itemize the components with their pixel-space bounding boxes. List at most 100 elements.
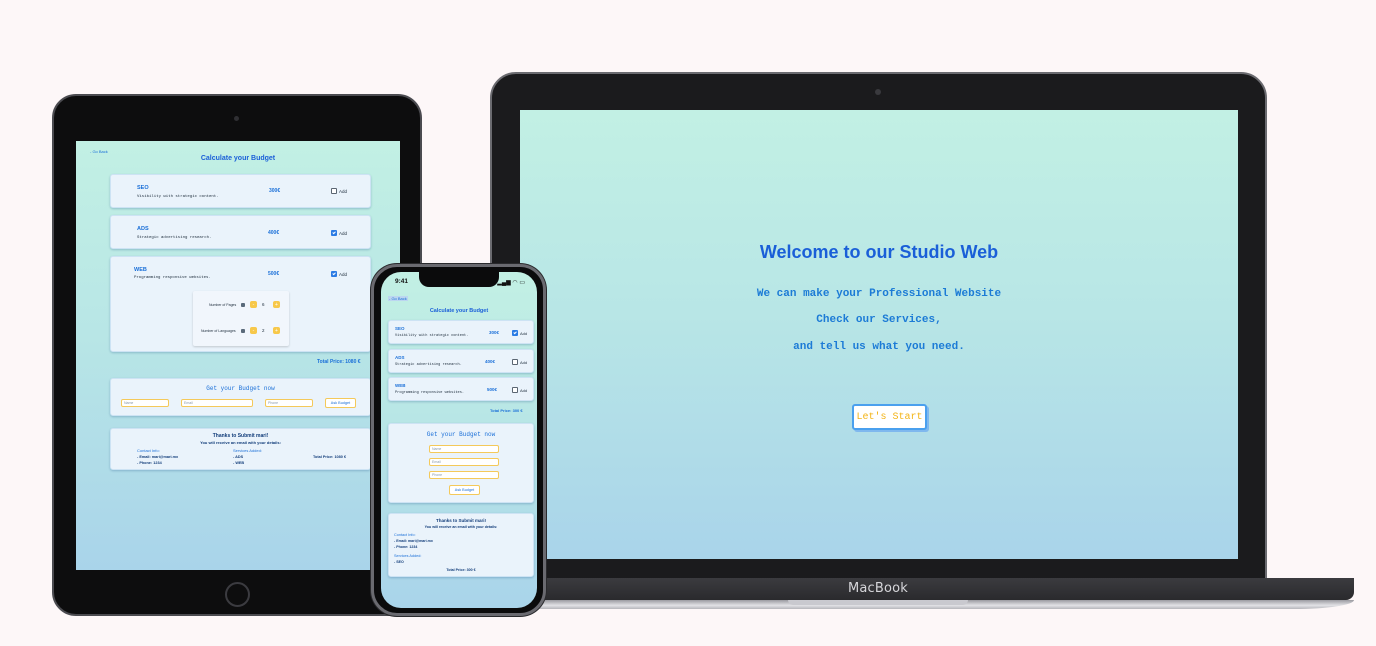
service-card-seo: SEO Visibility with strategic content. 3… [110,174,371,208]
phone-notch [419,272,499,287]
add-checkbox-web[interactable] [331,271,337,277]
contact-phone: - Phone: 1234 [394,545,418,549]
service-added: - SEO [394,560,404,564]
add-checkbox-seo[interactable] [512,330,518,336]
checkbox-label: Add [339,231,348,236]
phone-input[interactable]: Phone [429,471,499,479]
languages-value[interactable]: 2 [262,328,265,333]
service-card-web: WEB Programming responsive websites. 500… [388,377,534,401]
form-title: Get your Budget now [206,385,275,392]
contact-email: - Email: mari@mari.mx [137,455,179,459]
service-price: 300€ [269,188,281,194]
services-heading: Services Added: [233,448,262,453]
service-price: 500€ [487,387,498,392]
service-name: SEO [137,185,149,191]
name-input[interactable]: Name [429,445,499,453]
add-checkbox-ads[interactable] [512,359,518,365]
ask-budget-button[interactable]: Ask Budget [325,398,356,408]
go-back-link[interactable]: - Go Back [90,149,108,154]
service-description: Visibility with strategic content. [395,334,469,338]
email-note: You will receive an email with your deta… [200,440,281,445]
summary-card: Thanks to Submit mari! You will receive … [388,513,534,577]
welcome-line-2: Check our Services, [816,314,942,326]
service-description: Programming responsive websites. [395,391,465,395]
pages-increment-button[interactable]: + [273,301,280,308]
languages-decrement-button[interactable]: - [250,327,257,334]
contact-email: - Email: mari@mari.mx [394,539,433,543]
service-name: WEB [395,383,406,388]
service-price: 300€ [489,330,500,335]
tablet-camera [234,116,239,121]
checkbox-label: Add [520,388,528,393]
service-card-ads: ADS Strategic advertising research. 400€… [388,349,534,373]
laptop-open-notch [788,600,968,605]
email-input[interactable]: Email [181,399,253,407]
checkbox-label: Add [520,331,528,336]
ask-budget-button[interactable]: Ask Budget [449,485,480,495]
thanks-message: Thanks to Submit mari! [435,518,486,523]
service-description: Programming responsive websites. [134,276,211,280]
service-price: 400€ [268,230,280,236]
service-description: Strategic advertising research. [137,236,212,240]
service-card-ads: ADS Strategic advertising research. 400€… [110,215,371,249]
total-price: Total Price: 1080 € [317,359,361,365]
summary-card: Thanks to Submit mari! You will receive … [110,428,371,470]
pages-decrement-button[interactable]: - [250,301,257,308]
welcome-title: Welcome to our Studio Web [759,242,999,262]
go-back-link[interactable]: - Go Back [388,296,408,301]
page-title: Calculate your Budget [429,308,489,314]
welcome-line-3: and tell us what you need. [793,341,965,353]
checkbox-label: Add [339,189,348,194]
service-description: Visibility with strategic content. [137,195,219,199]
service-name: ADS [137,226,149,232]
info-icon[interactable] [241,303,245,307]
info-icon[interactable] [241,329,245,333]
service-description: Strategic advertising research. [395,363,462,367]
welcome-line-1: We can make your Professional Website [756,288,1002,300]
summary-total: Total Price: 300 € [446,568,476,572]
contact-heading: Contact Info: [394,533,416,537]
service-name: SEO [395,326,405,331]
service-added: - ADS [233,455,244,459]
laptop-camera [875,89,881,95]
budget-form: Get your Budget now Name Email Phone Ask… [388,423,534,503]
service-price: 400€ [485,359,496,364]
web-options-panel: Number of Pages - 6 + Number of Language… [193,291,289,346]
thanks-message: Thanks to Submit mari! [212,433,269,439]
services-heading: Services Added: [394,554,422,558]
tablet-screen: - Go Back Calculate your Budget SEO Visi… [76,141,400,570]
email-note: You will receive an email with your deta… [424,525,498,529]
add-checkbox-web[interactable] [512,387,518,393]
contact-heading: Contact Info: [137,448,160,453]
service-price: 500€ [268,271,280,277]
contact-phone: - Phone: 1234 [137,461,162,465]
pages-label: Number of Pages [209,303,237,307]
phone-screen: 9:41 ▂▄▆ ◠ ▭ - Go Back Calculate your Bu… [381,272,537,608]
laptop-screen: Welcome to our Studio Web We can make yo… [520,110,1238,559]
service-card-seo: SEO Visibility with strategic content. 3… [388,320,534,344]
laptop-brand: MacBook [847,581,909,596]
pages-value[interactable]: 6 [262,302,265,307]
form-title: Get your Budget now [426,431,496,438]
tablet-home-button [225,582,250,607]
service-card-web: WEB Programming responsive websites. 500… [110,256,371,352]
budget-form: Get your Budget now Name Email Phone Ask… [110,378,371,416]
status-icons: ▂▄▆ ◠ ▭ [497,280,525,286]
lets-start-button[interactable]: Let's Start [852,404,927,430]
email-input[interactable]: Email [429,458,499,466]
phone-input[interactable]: Phone [265,399,313,407]
languages-increment-button[interactable]: + [273,327,280,334]
service-name: WEB [134,267,147,273]
name-input[interactable]: Name [121,399,169,407]
add-checkbox-ads[interactable] [331,230,337,236]
page-title: Calculate your Budget [200,155,276,162]
total-price: Total Price: 300 € [490,408,523,413]
checkbox-label: Add [520,360,528,365]
service-name: ADS [395,355,405,360]
checkbox-label: Add [339,272,348,277]
status-time: 9:41 [395,278,409,285]
laptop-bezel [500,559,1257,579]
service-added: - WEB [233,461,245,465]
languages-label: Number of Languages [201,329,236,333]
add-checkbox-seo[interactable] [331,188,337,194]
